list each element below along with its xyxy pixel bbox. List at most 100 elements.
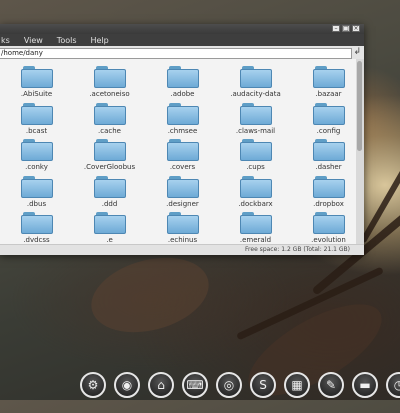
folder-label: .covers	[169, 163, 196, 171]
apps-grid-icon[interactable]: ▦	[284, 372, 310, 398]
folder-label: .emerald	[239, 236, 272, 244]
folder-icon	[20, 139, 53, 161]
folder-label: .echinus	[167, 236, 198, 244]
folder-icon	[239, 212, 272, 234]
folder-icon	[93, 102, 126, 125]
folder-icon	[239, 66, 272, 88]
folder-icon	[20, 175, 53, 198]
folder-icon	[20, 66, 53, 88]
folder-icon[interactable]: ▬	[352, 372, 378, 398]
folder-item[interactable]: .claws-mail	[219, 102, 292, 139]
window-controls: – □ ×	[332, 25, 360, 32]
folder-label: .cache	[98, 126, 121, 135]
folder-icon	[239, 175, 272, 198]
folder-icon	[93, 66, 126, 88]
folder-item[interactable]: .acetoneiso	[73, 65, 146, 102]
minimize-button[interactable]: –	[332, 25, 340, 32]
folder-item[interactable]: .chmsee	[146, 102, 219, 139]
folder-item[interactable]: .covers	[146, 138, 219, 175]
folder-item[interactable]: .e	[73, 211, 146, 244]
folder-label: .config	[316, 126, 341, 135]
folder-item[interactable]: .dbus	[0, 175, 73, 212]
folder-item[interactable]: .cups	[219, 138, 292, 175]
maximize-button[interactable]: □	[342, 25, 350, 32]
folder-label: .AbiSuite	[20, 90, 53, 98]
folder-item[interactable]: .dasher	[292, 138, 356, 175]
folder-grid: .AbiSuite .acetoneiso .adobe .audacity-data…	[0, 65, 356, 244]
folder-label: .audacity-data	[230, 90, 281, 98]
folder-label: .bazaar	[315, 90, 342, 98]
folder-item[interactable]: .dockbarx	[219, 175, 292, 212]
firefox-icon[interactable]: ◉	[114, 372, 140, 398]
home-icon[interactable]: ⌂	[148, 372, 174, 398]
folder-item[interactable]: .AbiSuite	[0, 65, 73, 102]
edit-icon[interactable]: ✎	[318, 372, 344, 398]
folder-item[interactable]: .bazaar	[292, 65, 356, 102]
scrollbar-thumb[interactable]	[357, 61, 362, 151]
folder-item[interactable]: .evolution	[292, 211, 356, 244]
folder-icon	[166, 139, 199, 161]
menu-help[interactable]: Help	[91, 36, 109, 45]
folder-item[interactable]: .conky	[0, 138, 73, 175]
folder-label: .dockbarx	[238, 199, 273, 208]
folder-label: .dbus	[26, 199, 47, 208]
folder-item[interactable]: .audacity-data	[219, 65, 292, 102]
folder-icon	[312, 139, 345, 161]
folder-label: .conky	[25, 163, 48, 171]
folder-label: .ddd	[101, 199, 118, 208]
wallpaper-leaf	[82, 245, 218, 345]
folder-item[interactable]: .emerald	[219, 211, 292, 244]
folder-label: .evolution	[311, 236, 346, 244]
folder-icon	[93, 139, 126, 161]
folder-icon	[166, 66, 199, 88]
folder-item[interactable]: .echinus	[146, 211, 219, 244]
folder-label: .chmsee	[167, 126, 198, 135]
folder-icon	[312, 175, 345, 198]
folder-label: .dasher	[315, 163, 342, 171]
folder-item[interactable]: .dvdcss	[0, 211, 73, 244]
folder-label: .designer	[166, 199, 199, 208]
folder-icon	[93, 175, 126, 198]
location-input[interactable]: /home/dany	[0, 48, 352, 59]
folder-label: .adobe	[170, 90, 195, 98]
close-button[interactable]: ×	[352, 25, 360, 32]
keyboard-icon[interactable]: ⌨	[182, 372, 208, 398]
folder-item[interactable]: .CoverGloobus	[73, 138, 146, 175]
folder-label: .e	[106, 236, 113, 244]
folder-label: .CoverGloobus	[83, 163, 136, 171]
folder-icon	[166, 212, 199, 234]
gear-icon[interactable]: ⚙	[80, 372, 106, 398]
folder-icon	[239, 139, 272, 161]
window-titlebar[interactable]: – □ ×	[0, 24, 364, 34]
folder-icon	[20, 212, 53, 234]
folder-item[interactable]: .designer	[146, 175, 219, 212]
clock-icon[interactable]: ◷	[386, 372, 400, 398]
folder-item[interactable]: .adobe	[146, 65, 219, 102]
folder-item[interactable]: .config	[292, 102, 356, 139]
folder-item[interactable]: .cache	[73, 102, 146, 139]
statusbar: Free space: 1.2 GB (Total: 21.1 GB)	[0, 244, 364, 255]
folder-icon	[312, 66, 345, 88]
folder-label: .dropbox	[313, 199, 344, 208]
folder-item[interactable]: .dropbox	[292, 175, 356, 212]
folder-item[interactable]: .ddd	[73, 175, 146, 212]
network-icon[interactable]: ◎	[216, 372, 242, 398]
menu-view[interactable]: View	[24, 36, 43, 45]
menu-bookmarks[interactable]: ks	[1, 36, 10, 45]
folder-label: .bcast	[25, 126, 48, 135]
dock: ⚙ ◉ ⌂ ⌨ ◎ S ▦ ✎ ▬ ◷	[80, 372, 400, 398]
menu-tools[interactable]: Tools	[57, 36, 77, 45]
folder-icon	[166, 102, 199, 125]
menubar: ks View Tools Help	[0, 34, 364, 46]
folder-icon	[312, 102, 345, 125]
folder-icon	[312, 212, 345, 234]
folder-icon	[166, 175, 199, 198]
go-icon[interactable]: ↲	[353, 47, 361, 57]
skype-icon[interactable]: S	[250, 372, 276, 398]
folder-label: .dvdcss	[23, 236, 50, 244]
folder-icon	[20, 102, 53, 125]
folder-view: .AbiSuite .acetoneiso .adobe .audacity-data…	[0, 59, 356, 244]
vertical-scrollbar[interactable]	[356, 59, 364, 244]
folder-icon	[239, 102, 272, 125]
folder-item[interactable]: .bcast	[0, 102, 73, 139]
